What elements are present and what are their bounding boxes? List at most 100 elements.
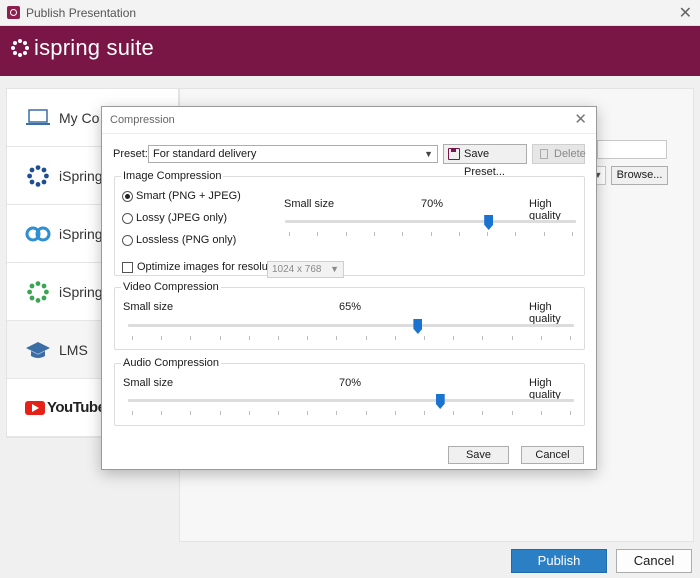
slider-tick: [453, 411, 455, 415]
ispring-app-icon: [7, 6, 20, 19]
slider-value-label: 70%: [421, 198, 444, 210]
slider-tick: [402, 232, 404, 236]
browse-button[interactable]: Browse...: [611, 166, 668, 185]
audio-quality-track: [128, 399, 574, 402]
slider-tick: [190, 411, 192, 415]
slider-tick: [487, 232, 489, 236]
slider-tick: [570, 336, 571, 340]
brand-header: ispring suite: [0, 26, 700, 76]
dialog-title: Compression: [110, 114, 175, 126]
ispring-learn-icon: [25, 280, 51, 304]
delete-preset-button[interactable]: Delete: [532, 144, 586, 164]
save-button[interactable]: Save: [448, 446, 509, 464]
image-compression-group: Image Compression Smart (PNG + JPEG) Los…: [114, 170, 585, 278]
radio-indicator: [122, 190, 133, 202]
slider-tick: [453, 336, 455, 340]
slider-tick: [307, 336, 309, 340]
optimize-resolution-checkbox[interactable]: Optimize images for resolution:: [122, 261, 289, 273]
slider-tick: [543, 232, 545, 236]
group-title: Audio Compression: [121, 357, 221, 369]
graduation-cap-icon: [25, 338, 51, 362]
floppy-disk-icon: [448, 148, 460, 160]
group-title: Image Compression: [121, 170, 224, 182]
save-preset-label: Save Preset...: [464, 148, 505, 178]
slider-min-label: Small size: [123, 301, 174, 313]
slider-min-label: Small size: [123, 377, 174, 389]
video-quality-track: [128, 324, 574, 327]
slider-tick: [540, 411, 542, 415]
title-bar: Publish Presentation ✕: [0, 0, 700, 26]
ispring-logo-icon: [25, 164, 51, 188]
resolution-select[interactable]: 1024 x 768 ▼: [267, 261, 344, 278]
slider-value-label: 70%: [339, 377, 362, 389]
slider-tick: [570, 411, 571, 415]
audio-compression-group: Audio Compression Small size 70% High qu…: [114, 357, 585, 426]
slider-tick: [424, 411, 425, 415]
radio-label: Smart (PNG + JPEG): [136, 190, 241, 202]
youtube-play-icon: [25, 400, 45, 415]
slider-tick: [482, 411, 484, 415]
save-preset-button[interactable]: Save Preset...: [443, 144, 527, 178]
checkbox-label: Optimize images for resolution:: [137, 261, 289, 273]
chevron-down-icon: ▼: [424, 149, 433, 159]
slider-tick: [482, 336, 484, 340]
slider-tick: [540, 336, 542, 340]
slider-tick: [307, 411, 309, 415]
youtube-logo-icon: YouTube: [25, 399, 106, 416]
compression-dialog: Compression ✕ Preset: For standard deliv…: [101, 106, 597, 470]
window-close-icon[interactable]: ✕: [679, 3, 692, 23]
preset-label: Preset:: [113, 148, 148, 160]
slider-tick: [515, 232, 517, 236]
radio-lossy[interactable]: Lossy (JPEG only): [122, 212, 227, 224]
slider-tick: [161, 411, 163, 415]
slider-tick: [430, 232, 432, 236]
slider-tick: [572, 232, 573, 236]
preset-select[interactable]: For standard delivery ▼: [148, 145, 438, 163]
slider-tick: [373, 232, 375, 236]
audio-quality-slider-thumb[interactable]: [435, 394, 445, 409]
sidebar-item-label: iSpring: [59, 167, 103, 184]
brand-name: ispring suite: [34, 35, 154, 60]
slider-tick: [278, 336, 279, 340]
youtube-wordmark: YouTube: [47, 399, 106, 416]
slider-tick: [394, 336, 396, 340]
ispring-cloud-icon: [25, 222, 51, 246]
window-title: Publish Presentation: [26, 6, 137, 20]
image-quality-track: [285, 220, 576, 223]
sidebar-item-label: iSpring: [59, 283, 103, 300]
sidebar-item-label: iSpring: [59, 225, 103, 242]
slider-tick: [336, 411, 338, 415]
radio-smart[interactable]: Smart (PNG + JPEG): [122, 190, 241, 202]
slider-tick: [248, 411, 250, 415]
output-field[interactable]: [597, 140, 667, 159]
slider-ticks: [132, 336, 571, 340]
slider-tick: [365, 336, 367, 340]
video-quality-slider-thumb[interactable]: [413, 319, 423, 334]
resolution-value: 1024 x 768: [272, 264, 322, 275]
radio-lossless[interactable]: Lossless (PNG only): [122, 234, 236, 246]
image-quality-slider-thumb[interactable]: [484, 215, 494, 230]
slider-tick: [161, 336, 163, 340]
slider-tick: [132, 411, 133, 415]
slider-tick: [394, 411, 396, 415]
slider-tick: [458, 232, 460, 236]
slider-tick: [424, 336, 425, 340]
slider-tick: [278, 411, 279, 415]
slider-ticks: [289, 232, 573, 236]
sidebar-item-label: LMS: [59, 341, 88, 358]
slider-tick: [511, 336, 513, 340]
slider-tick: [132, 336, 133, 340]
publish-button[interactable]: Publish: [511, 549, 607, 573]
trash-icon: [540, 149, 548, 159]
close-icon[interactable]: ✕: [574, 110, 587, 128]
preset-value: For standard delivery: [153, 148, 257, 160]
cancel-button[interactable]: Cancel: [521, 446, 584, 464]
chevron-down-icon: ▼: [330, 264, 339, 274]
slider-tick: [190, 336, 192, 340]
slider-value-label: 65%: [339, 301, 362, 313]
cancel-button[interactable]: Cancel: [616, 549, 692, 573]
slider-tick: [289, 232, 290, 236]
video-compression-group: Video Compression Small size 65% High qu…: [114, 281, 585, 350]
radio-indicator: [122, 234, 133, 246]
slider-tick: [317, 232, 319, 236]
